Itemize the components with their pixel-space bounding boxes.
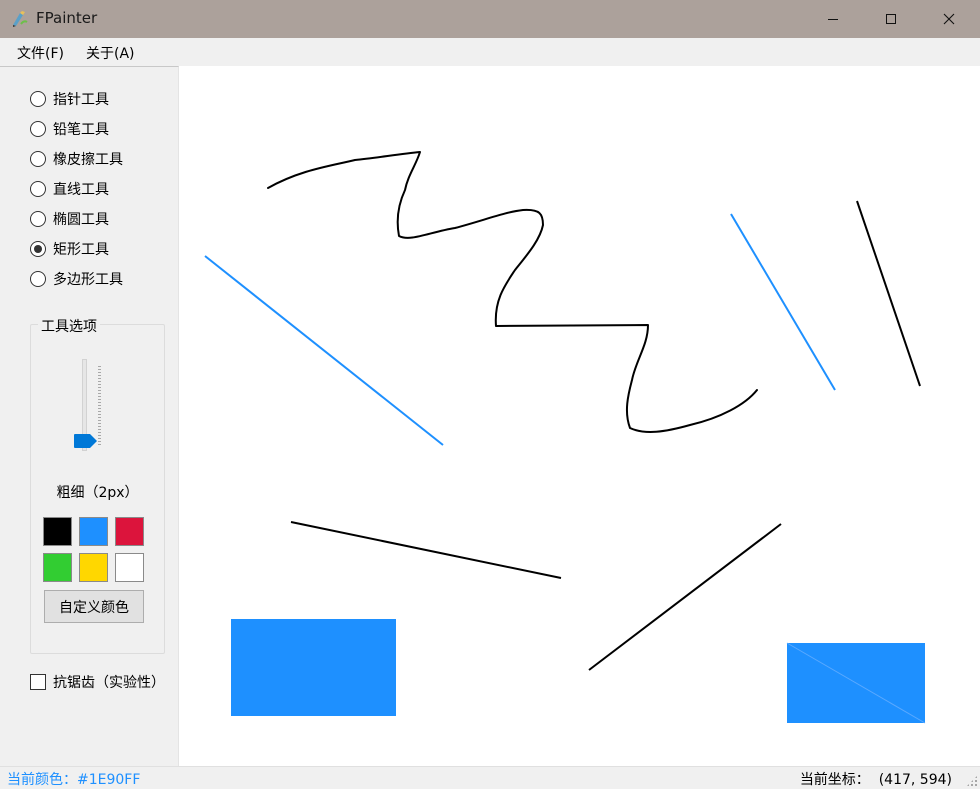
radio-rectangle[interactable] [30, 241, 46, 257]
blue-line-1 [204, 255, 444, 446]
tool-rectangle[interactable]: 矩形工具 [30, 239, 109, 259]
swatch-yellow[interactable] [79, 553, 108, 582]
radio-pencil[interactable] [30, 121, 46, 137]
tool-ellipse[interactable]: 椭圆工具 [30, 209, 109, 229]
status-coord-label: 当前坐标： [799, 772, 870, 788]
menu-bar: 文件(F) 关于(A) [0, 38, 980, 66]
radio-eraser[interactable] [30, 151, 46, 167]
antialias-label: 抗锯齿（实验性） [53, 675, 165, 691]
swatch-black[interactable] [43, 517, 72, 546]
radio-ellipse[interactable] [30, 211, 46, 227]
minimize-button[interactable] [804, 0, 862, 38]
custom-color-button[interactable]: 自定义颜色 [44, 590, 144, 623]
tool-line[interactable]: 直线工具 [30, 179, 109, 199]
tool-pencil[interactable]: 铅笔工具 [30, 119, 109, 139]
menu-file[interactable]: 文件(F) [17, 43, 64, 63]
black-line-2 [290, 521, 562, 579]
tool-rectangle-label: 矩形工具 [53, 242, 109, 258]
title-bar[interactable]: FPainter [0, 0, 980, 38]
minimize-icon [828, 19, 838, 20]
status-coordinates: 当前坐标： (417, 594) [800, 769, 952, 789]
radio-line[interactable] [30, 181, 46, 197]
tool-pointer-label: 指针工具 [53, 92, 109, 108]
black-line-3 [588, 523, 782, 671]
swatch-green[interactable] [43, 553, 72, 582]
antialias-checkbox[interactable] [30, 674, 46, 690]
swatch-red[interactable] [115, 517, 144, 546]
tool-pencil-label: 铅笔工具 [53, 122, 109, 138]
antialias-option[interactable]: 抗锯齿（实验性） [30, 672, 165, 692]
close-icon [943, 13, 955, 25]
tool-polygon[interactable]: 多边形工具 [30, 269, 123, 289]
thickness-slider-thumb[interactable] [74, 434, 98, 448]
thickness-label: 粗细（2px） [56, 485, 139, 501]
tool-eraser[interactable]: 橡皮擦工具 [30, 149, 123, 169]
tool-ellipse-label: 椭圆工具 [53, 212, 109, 228]
tool-options-title: 工具选项 [38, 316, 100, 336]
app-icon [13, 11, 28, 27]
status-current-color: 当前颜色：#1E90FF [7, 772, 141, 788]
tool-pointer[interactable]: 指针工具 [30, 89, 109, 109]
blue-rectangle-1 [231, 619, 396, 716]
radio-polygon[interactable] [30, 271, 46, 287]
radio-pointer[interactable] [30, 91, 46, 107]
tool-eraser-label: 橡皮擦工具 [53, 152, 123, 168]
blue-line-2 [730, 213, 836, 391]
drawing-canvas[interactable] [179, 66, 980, 766]
close-button[interactable] [920, 0, 978, 38]
resize-grip-icon[interactable] [966, 775, 978, 787]
maximize-icon [886, 14, 896, 24]
canvas-drawing [204, 151, 926, 724]
maximize-button[interactable] [862, 0, 920, 38]
tool-polygon-label: 多边形工具 [53, 272, 123, 288]
status-bar: 当前颜色：#1E90FF 当前坐标： (417, 594) [0, 766, 980, 789]
tool-line-label: 直线工具 [53, 182, 109, 198]
status-coord-value: (417, 594) [878, 772, 952, 788]
menu-about[interactable]: 关于(A) [86, 43, 135, 63]
black-line-1 [856, 200, 921, 387]
freehand-stroke [267, 151, 758, 433]
swatch-blue[interactable] [79, 517, 108, 546]
thickness-slider-ticks [98, 366, 101, 446]
swatch-white[interactable] [115, 553, 144, 582]
window-title: FPainter [36, 9, 98, 27]
